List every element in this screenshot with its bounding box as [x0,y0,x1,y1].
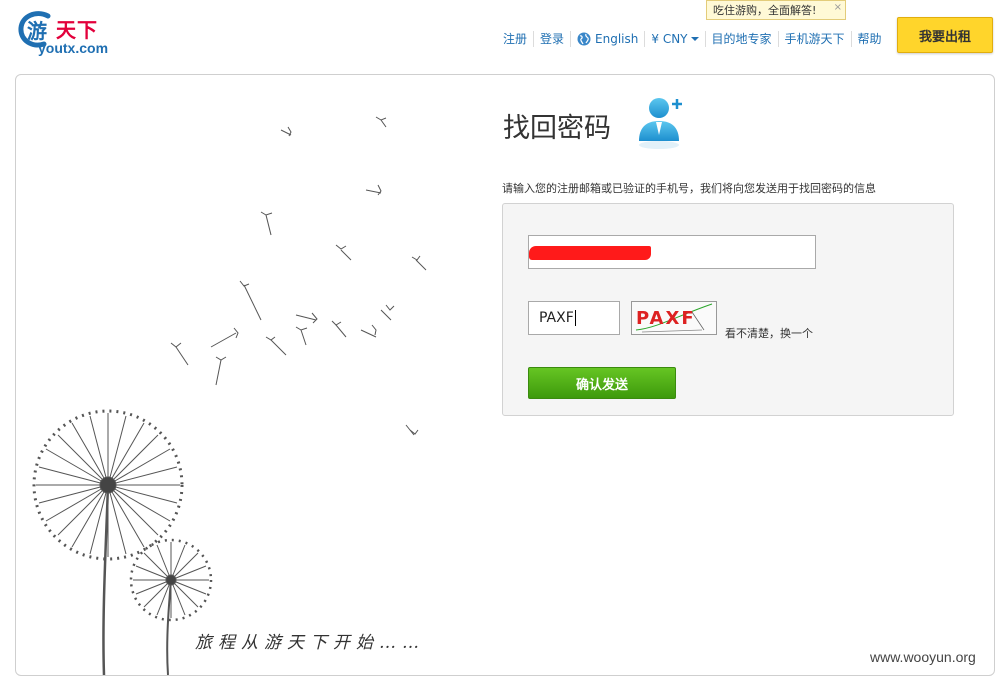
list-property-button[interactable]: 我要出租 [897,17,993,53]
page-title: 找回密码 [503,113,611,144]
currency-selector[interactable]: ¥ CNY [645,31,706,47]
promo-tooltip: 吃住游购，全面解答! × [706,0,846,20]
nav-english-label: English [595,32,639,46]
nav-help-link[interactable]: 帮助 [852,31,888,47]
text-cursor [574,310,576,326]
globe-icon [577,32,591,46]
tooltip-close-icon[interactable]: × [834,0,842,18]
captcha-graphic: PAXF [635,303,713,333]
currency-label: ¥ CNY [651,32,688,46]
nav-english-link[interactable]: English [571,31,646,47]
nav-mobile-app-link[interactable]: 手机游天下 [779,31,852,47]
chevron-down-icon [690,37,699,41]
email-or-phone-input[interactable] [528,235,816,269]
slogan-text: 旅程从游天下开始…… [195,633,425,653]
user-add-icon [639,98,682,149]
nav-register-link[interactable]: 注册 [497,31,535,47]
captcha-text: PAXF [636,308,696,329]
captcha-input-value: PAXF [539,310,574,326]
nav-destination-experts-link[interactable]: 目的地专家 [706,31,779,47]
dandelion-illustration [32,116,427,675]
logo-chinese-text: 天下 [56,18,98,42]
confirm-send-button[interactable]: 确认发送 [528,367,676,399]
site-logo[interactable]: 游 天下 youtx.com [18,8,128,60]
instruction-text: 请输入您的注册邮箱或已验证的手机号，我们将向您发送用于找回密码的信息 [502,182,876,195]
watermark-text: www.wooyun.org [870,649,976,665]
top-navigation: 注册 登录 English ¥ CNY 目的地专家 手机游天下 帮助 [497,31,888,47]
redaction-mark [529,246,651,260]
refresh-captcha-link[interactable]: 看不清楚，换一个 [725,325,813,341]
captcha-input[interactable]: PAXF [528,301,620,335]
promo-tooltip-text: 吃住游购，全面解答! [713,4,817,17]
logo-domain-text: youtx.com [38,40,109,56]
captcha-image[interactable]: PAXF [631,301,717,335]
nav-login-link[interactable]: 登录 [534,31,572,47]
